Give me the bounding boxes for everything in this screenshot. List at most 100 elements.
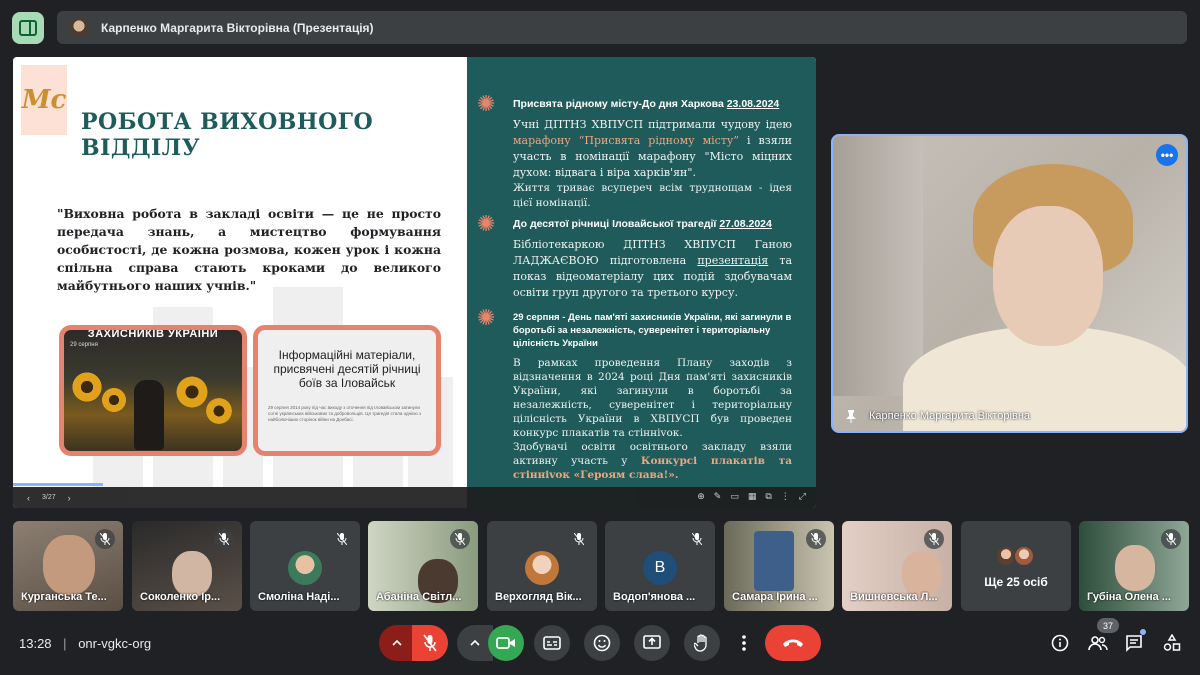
sunflower-graphic xyxy=(204,396,234,426)
participant-tile[interactable]: Губіна Олена ... xyxy=(1079,521,1189,611)
flower-bullet-icon: ✺ xyxy=(477,305,496,330)
participant-name: Вишневська Л... xyxy=(850,591,938,603)
presentation-link[interactable]: презентація xyxy=(697,254,768,267)
muted-mic-icon xyxy=(1161,529,1181,549)
section-title: Присвята рідному місту-До дня Харкова 23… xyxy=(513,98,780,110)
participant-tile[interactable]: Соколенко Ір... xyxy=(132,521,242,611)
pointer-icon[interactable]: ✎ xyxy=(714,491,722,502)
zoom-icon[interactable]: ⊕ xyxy=(697,491,705,502)
muted-mic-icon xyxy=(95,529,115,549)
people-button[interactable] xyxy=(1086,625,1110,661)
participant-tile[interactable]: Смоліна Наді... xyxy=(250,521,360,611)
muted-mic-icon xyxy=(450,529,470,549)
section-body-note: Життя триває всупереч всім труднощам - і… xyxy=(513,182,792,209)
audio-options-button[interactable] xyxy=(379,625,415,661)
participant-tile[interactable]: Вишневська Л... xyxy=(842,521,952,611)
change-layout-button[interactable] xyxy=(12,12,44,44)
present-screen-button[interactable] xyxy=(634,625,670,661)
emoji-icon xyxy=(593,634,611,652)
flower-bullet-icon: ✺ xyxy=(477,211,496,236)
defenders-image-card: ЗАХИСНИКІВ УКРАЇНИ 29 серпня xyxy=(59,325,247,456)
card-heading: Інформаційні матеріали, присвячені десят… xyxy=(273,348,421,390)
participant-tile[interactable]: Верхогляд Вік... xyxy=(487,521,597,611)
chat-button[interactable] xyxy=(1122,625,1146,661)
soldier-silhouette xyxy=(134,380,164,450)
presenter-avatar xyxy=(69,17,89,38)
more-icon[interactable]: ⋮ xyxy=(781,491,790,502)
participant-video xyxy=(1115,545,1155,591)
camera-toggle-button[interactable] xyxy=(488,625,524,661)
section-defenders-day: ✺ 29 серпня - День пам'яті захисників Ук… xyxy=(477,307,792,482)
captions-button[interactable] xyxy=(534,625,570,661)
raise-hand-button[interactable] xyxy=(684,625,720,661)
card-title: ЗАХИСНИКІВ УКРАЇНИ xyxy=(87,328,219,340)
leave-call-button[interactable] xyxy=(765,625,821,661)
muted-mic-icon xyxy=(214,529,234,549)
hand-icon xyxy=(694,634,707,652)
more-options-button[interactable] xyxy=(734,625,754,661)
card-small-text: 29 серпня 2014 року під час виходу з ото… xyxy=(268,405,422,422)
chat-icon xyxy=(1126,635,1142,652)
participant-name: Верхогляд Вік... xyxy=(495,591,582,603)
meet-window: Карпенко Маргарита Вікторівна (Презентац… xyxy=(0,0,1200,675)
speaker-name-label: Карпенко Маргарита Вікторівна xyxy=(845,409,1030,423)
slide-quote: "Виховна робота в закладі освіти — це не… xyxy=(57,206,441,293)
meeting-info: 13:28 | onr-vgkc-org xyxy=(19,636,151,651)
participant-name: Губіна Олена ... xyxy=(1087,591,1171,603)
reactions-button[interactable] xyxy=(584,625,620,661)
clock-time: 13:28 xyxy=(19,636,52,651)
fullscreen-icon[interactable]: ⤢ xyxy=(799,491,806,502)
participant-name: Водоп'янова ... xyxy=(613,591,696,603)
participant-avatar xyxy=(288,551,322,585)
meeting-details-button[interactable] xyxy=(1048,625,1072,661)
chevron-up-icon xyxy=(392,640,402,646)
more-vert-icon xyxy=(742,635,746,651)
microphone-toggle-button[interactable] xyxy=(412,625,448,661)
muted-mic-icon xyxy=(332,529,352,549)
link-icon[interactable]: ⧉ xyxy=(765,491,771,502)
tile-options-button[interactable]: ••• xyxy=(1156,144,1178,166)
pin-icon[interactable] xyxy=(845,409,857,423)
participant-tile[interactable]: Самара Ірина ... xyxy=(724,521,834,611)
layout-icon xyxy=(19,20,37,36)
section-body: Учні ДПТНЗ ХВПУСП підтримали чудову ідею… xyxy=(513,118,792,179)
muted-mic-icon xyxy=(924,529,944,549)
slide-left-panel: Mc РОБОТА ВИХОВНОГО ВІДДІЛУ "Виховна роб… xyxy=(13,57,467,487)
muted-mic-icon xyxy=(806,529,826,549)
speaker-video-tile[interactable]: ••• Карпенко Маргарита Вікторівна xyxy=(831,134,1188,433)
sunflower-graphic xyxy=(70,370,104,404)
slide-heading: РОБОТА ВИХОВНОГО ВІДДІЛУ xyxy=(81,109,374,161)
participant-avatar xyxy=(1013,545,1035,567)
more-participants-tile[interactable]: Ще 25 осіб xyxy=(961,521,1071,611)
chevron-up-icon xyxy=(470,640,480,646)
section-body: Бібліотекаркою ДПТНЗ ХВПУСП Ганою ЛАДЖАЄ… xyxy=(513,238,792,299)
grid-icon[interactable]: ▦ xyxy=(748,491,757,502)
participant-name: Абаніна Світл... xyxy=(376,591,462,603)
mic-off-icon xyxy=(423,634,437,652)
captions-icon xyxy=(543,636,561,650)
participant-tile[interactable]: В Водоп'янова ... xyxy=(605,521,715,611)
participant-letter-avatar: В xyxy=(643,551,677,585)
participant-tile[interactable]: Абаніна Світл... xyxy=(368,521,478,611)
school-logo: Mc xyxy=(21,65,67,135)
meeting-code: onr-vgkc-org xyxy=(78,636,152,651)
participant-tile[interactable]: Курганська Те... xyxy=(13,521,123,611)
background-shelf xyxy=(833,136,923,396)
page-counter: 3/27 xyxy=(42,494,56,501)
presenter-title: Карпенко Маргарита Вікторівна (Презентац… xyxy=(101,20,374,35)
ilovaisk-info-card: Інформаційні матеріали, присвячені десят… xyxy=(253,325,441,456)
slide-controls: ‹ 3/27 › ⊕ ✎ ▭ ▦ ⧉ ⋮ ⤢ xyxy=(13,487,816,508)
next-slide-button[interactable]: › xyxy=(68,493,71,503)
more-participants-label: Ще 25 осіб xyxy=(984,575,1048,589)
participant-name: Курганська Те... xyxy=(21,591,107,603)
slide-tool-icons: ⊕ ✎ ▭ ▦ ⧉ ⋮ ⤢ xyxy=(697,491,806,502)
presentation-slide[interactable]: Mc РОБОТА ВИХОВНОГО ВІДДІЛУ "Виховна роб… xyxy=(13,57,816,508)
card-date: 29 серпня xyxy=(70,342,98,348)
previous-slide-button[interactable]: ‹ xyxy=(27,493,30,503)
person-face xyxy=(993,206,1103,346)
activities-button[interactable] xyxy=(1160,625,1184,661)
flower-bullet-icon: ✺ xyxy=(477,91,496,116)
section-title: До десятої річниці Іловайської трагедії … xyxy=(513,218,772,230)
participant-video xyxy=(43,535,95,595)
captions-icon[interactable]: ▭ xyxy=(730,491,739,502)
